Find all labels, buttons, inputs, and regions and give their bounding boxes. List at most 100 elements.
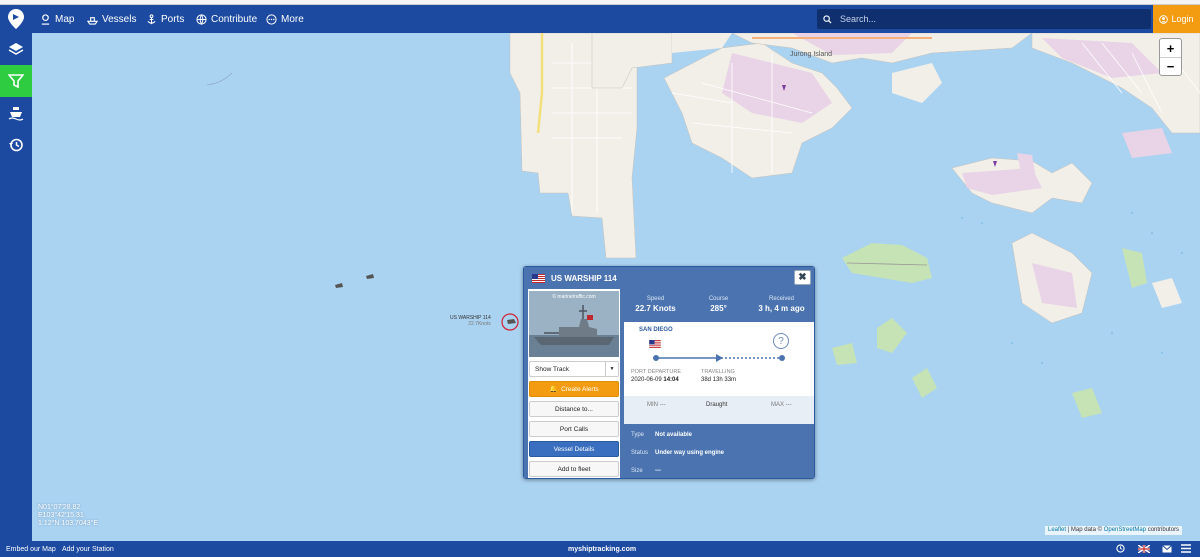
draught-min: MIN ---: [647, 402, 666, 408]
vessel-label-speed: 22.7Knots: [468, 321, 491, 327]
filter-icon: [8, 74, 24, 89]
size-row: Size ---: [631, 468, 661, 474]
create-alerts-label: Create Alerts: [561, 385, 599, 393]
login-label: Login: [1171, 14, 1194, 24]
filter-button[interactable]: [0, 65, 32, 97]
popup-close-button[interactable]: ✖: [794, 270, 811, 285]
vessel-stats: Speed 22.7 Knots Course 285° Received 3 …: [624, 289, 814, 322]
nav-vessels[interactable]: Vessels: [87, 5, 136, 33]
voyage-route: SAN DIEGO ? PORT DEPARTURE 2020-06-09 14…: [624, 322, 814, 396]
received-label: Received: [768, 296, 794, 302]
size-value: ---: [655, 468, 661, 474]
osm-link[interactable]: OpenStreetMap: [1104, 527, 1146, 533]
vessel-photo[interactable]: © marinetraffic.com: [529, 291, 619, 357]
travelling-value: 38d 13h 33m: [701, 377, 737, 383]
port-calls-button[interactable]: Port Calls: [529, 421, 619, 437]
login-button[interactable]: Login: [1153, 5, 1200, 33]
zoom-control: + −: [1159, 38, 1182, 76]
popup-actions-column: © marinetraffic.com Show Track ▼ 🔔 Creat…: [528, 289, 620, 478]
distance-to-button[interactable]: Distance to...: [529, 401, 619, 417]
nav-vessels-label: Vessels: [102, 13, 137, 25]
route-progress: [653, 354, 785, 362]
place-label: Jurong Island: [790, 51, 833, 58]
unknown-destination-icon: ?: [773, 333, 789, 349]
embed-map-link[interactable]: Embed our Map: [6, 546, 56, 553]
port-departure-date: 2020-06-09: [631, 377, 662, 383]
vessel-map-label: US WARSHIP 114 22.7Knots: [450, 315, 491, 327]
left-sidebar: [0, 33, 32, 541]
course-stat: Course 285°: [687, 296, 750, 313]
nav-more-label: More: [281, 13, 304, 25]
attribution-tail: contributors: [1146, 527, 1180, 533]
show-track-label: Show Track: [535, 365, 569, 373]
more-icon: [266, 13, 277, 25]
user-icon: [1159, 14, 1169, 24]
create-alerts-button[interactable]: 🔔 Create Alerts: [529, 381, 619, 397]
received-stat: Received 3 h, 4 m ago: [750, 296, 813, 313]
leaflet-link[interactable]: Leaflet: [1048, 527, 1066, 533]
map-attribution: Leaflet | Map data © OpenStreetMap contr…: [1045, 526, 1183, 535]
course-label: Course: [708, 296, 729, 302]
travelling-label: TRAVELLING: [701, 369, 735, 375]
attribution-separator: | Map data ©: [1066, 527, 1104, 533]
type-label: Type: [631, 432, 645, 438]
zoom-in-button[interactable]: +: [1160, 39, 1181, 57]
add-station-link[interactable]: Add your Station: [62, 546, 114, 553]
port-departure-label: PORT DEPARTURE: [631, 369, 682, 375]
destination-port[interactable]: SAN DIEGO: [639, 327, 673, 333]
nav-more[interactable]: More: [266, 5, 304, 33]
show-track-select[interactable]: Show Track ▼: [529, 361, 619, 377]
nav-map-label: Map: [55, 13, 75, 25]
add-to-fleet-button[interactable]: Add to fleet: [529, 461, 619, 477]
layers-icon: [8, 43, 24, 55]
coords-line-1: N01°07'28.82: [38, 504, 81, 511]
search-box[interactable]: [817, 9, 1151, 29]
vessel-popup: US WARSHIP 114 ✖ © marinetraffic.com Sho…: [523, 266, 815, 479]
popup-title: US WARSHIP 114: [551, 273, 617, 283]
popup-header: US WARSHIP 114: [524, 267, 814, 289]
site-name[interactable]: myshiptracking.com: [568, 546, 636, 553]
fleet-button[interactable]: [0, 97, 32, 129]
anchor-icon: [147, 13, 156, 24]
site-logo[interactable]: [0, 5, 32, 33]
vessel-info: Type Not available Status Under way using …: [624, 424, 814, 478]
size-label: Size: [631, 468, 643, 474]
zoom-out-button[interactable]: −: [1160, 57, 1181, 75]
speed-value: 22.7 Knots: [635, 304, 676, 313]
bell-icon: 🔔: [549, 386, 559, 393]
status-row: Status Under way using engine: [631, 450, 724, 456]
globe-icon: [196, 13, 207, 25]
layers-button[interactable]: [0, 33, 32, 65]
nav-ports[interactable]: Ports: [146, 5, 184, 33]
menu-icon[interactable]: [1181, 544, 1191, 555]
destination-flag-icon: [649, 340, 661, 348]
vessel-details-button[interactable]: Vessel Details: [529, 441, 619, 457]
clock-icon[interactable]: [1116, 544, 1125, 555]
nav-contribute[interactable]: Contribute: [196, 5, 257, 33]
caret-down-icon: ▼: [605, 362, 618, 376]
nav-ports-label: Ports: [161, 13, 185, 25]
history-button[interactable]: [0, 129, 32, 161]
course-value: 285°: [710, 304, 727, 313]
mail-icon[interactable]: [1162, 545, 1172, 555]
warship-image: [529, 291, 619, 357]
map-icon: [41, 13, 50, 25]
port-departure-value: 2020-06-09 14:04: [631, 377, 679, 383]
uk-flag-icon[interactable]: [1137, 544, 1151, 555]
history-icon: [9, 138, 23, 152]
speed-stat: Speed 22.7 Knots: [624, 296, 687, 313]
photo-credit: © marinetraffic.com: [552, 294, 596, 300]
draught-max: MAX ---: [771, 402, 792, 408]
nav-map[interactable]: Map: [40, 5, 74, 33]
popup-body: © marinetraffic.com Show Track ▼ 🔔 Creat…: [524, 289, 814, 478]
nav-contribute-label: Contribute: [211, 13, 258, 25]
type-value: Not available: [655, 432, 693, 438]
ship-icon: [87, 16, 98, 25]
coords-line-2: E103°42'15.31: [38, 512, 84, 519]
footer-bar: Embed our Map Add your Station myshiptra…: [0, 541, 1200, 557]
received-value: 3 h, 4 m ago: [758, 304, 805, 313]
type-row: Type Not available: [631, 432, 692, 438]
status-label: Status: [631, 450, 649, 456]
search-input[interactable]: [840, 14, 1140, 24]
fleet-icon: [8, 107, 24, 121]
